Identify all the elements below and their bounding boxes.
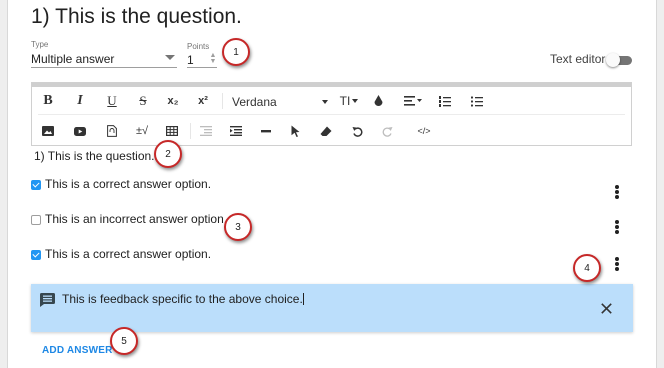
horizontal-rule-icon[interactable] [256, 121, 276, 141]
indent-icon[interactable] [226, 121, 246, 141]
type-select[interactable]: Multiple answer [31, 50, 177, 68]
more-vert-icon[interactable] [615, 220, 619, 234]
toggle-thumb [606, 53, 620, 67]
editor-toolbar: B I U S x₂ x² Verdana TI ±√ </> [31, 82, 632, 146]
type-select-value: Multiple answer [31, 52, 115, 66]
redo-icon[interactable] [378, 121, 396, 141]
chevron-down-icon [322, 100, 328, 104]
comment-icon [40, 293, 55, 312]
code-icon[interactable]: </> [412, 121, 436, 141]
italic-icon[interactable]: I [70, 91, 90, 111]
answer-text[interactable]: This is an incorrect answer option. [45, 212, 227, 226]
more-vert-icon[interactable] [615, 185, 619, 199]
text-color-icon[interactable] [370, 91, 386, 111]
font-family-select[interactable]: Verdana [232, 91, 328, 111]
more-vert-icon[interactable] [615, 257, 619, 271]
file-icon[interactable] [102, 121, 122, 141]
font-size-label: TI [339, 94, 351, 108]
feedback-text[interactable]: This is feedback specific to the above c… [62, 292, 304, 306]
math-icon[interactable]: ±√ [130, 121, 154, 141]
table-icon[interactable] [162, 121, 182, 141]
feedback-text-content: This is feedback specific to the above c… [62, 292, 303, 306]
type-label: Type [31, 40, 49, 49]
align-icon[interactable] [402, 91, 424, 111]
callout-marker-3: 3 [224, 213, 252, 241]
feedback-panel: This is feedback specific to the above c… [31, 284, 633, 332]
superscript-icon[interactable]: x² [192, 91, 214, 111]
numbered-list-icon[interactable] [436, 91, 454, 111]
undo-icon[interactable] [348, 121, 366, 141]
text-editor-toggle[interactable] [606, 53, 632, 67]
close-icon[interactable] [601, 301, 612, 319]
question-body[interactable]: 1) This is the question. [34, 149, 155, 163]
answer-text[interactable]: This is a correct answer option. [45, 177, 211, 191]
callout-marker-1: 1 [222, 38, 250, 66]
answer-option-2[interactable]: This is an incorrect answer option. [31, 212, 631, 228]
correct-checkbox[interactable] [31, 250, 41, 260]
bold-icon[interactable]: B [38, 91, 58, 111]
font-size-icon[interactable]: TI [336, 91, 362, 111]
chevron-down-icon [165, 55, 175, 60]
callout-marker-4: 4 [573, 254, 601, 282]
video-icon[interactable] [70, 121, 90, 141]
toolbar-separator [190, 123, 191, 139]
toolbar-top-border [32, 83, 631, 87]
text-editor-label: Text editor [550, 52, 606, 66]
question-title: 1) This is the question. [31, 5, 242, 28]
points-label: Points [187, 42, 210, 51]
add-answer-button[interactable]: ADD ANSWER [42, 345, 113, 356]
font-family-value: Verdana [232, 95, 277, 109]
callout-marker-2: 2 [154, 140, 182, 168]
correct-checkbox[interactable] [31, 215, 41, 225]
points-value: 1 [187, 53, 194, 67]
eraser-icon[interactable] [316, 121, 336, 141]
strikethrough-icon[interactable]: S [133, 91, 153, 111]
image-icon[interactable] [38, 121, 58, 141]
points-input[interactable]: 1 ▲ ▼ [187, 52, 217, 68]
answer-text[interactable]: This is a correct answer option. [45, 247, 211, 261]
outdent-icon[interactable] [196, 121, 216, 141]
toolbar-row-divider [38, 114, 625, 115]
toolbar-separator [222, 93, 223, 109]
underline-icon[interactable]: U [102, 91, 122, 111]
answer-option-1[interactable]: This is a correct answer option. [31, 177, 631, 193]
chevron-down-icon [352, 99, 359, 103]
answer-option-3[interactable]: This is a correct answer option. [31, 247, 631, 263]
correct-checkbox[interactable] [31, 180, 41, 190]
text-cursor [302, 293, 304, 305]
spinner-icon[interactable]: ▲ ▼ [209, 52, 217, 65]
bulleted-list-icon[interactable] [468, 91, 486, 111]
subscript-icon[interactable]: x₂ [162, 91, 184, 111]
pointer-icon[interactable] [286, 121, 304, 141]
callout-marker-5: 5 [110, 327, 138, 355]
